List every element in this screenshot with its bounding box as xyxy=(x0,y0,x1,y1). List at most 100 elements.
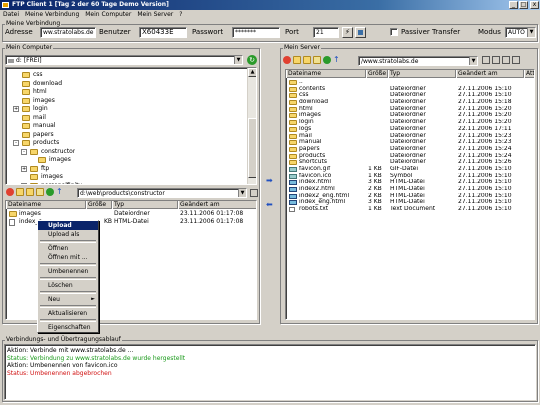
stop-icon[interactable] xyxy=(283,56,291,64)
tree-scrollbar[interactable]: ▲ xyxy=(247,68,256,184)
context-menu-item[interactable]: Aktualisieren xyxy=(38,309,98,318)
chevron-down-icon[interactable]: ▼ xyxy=(527,28,535,37)
col-attribute[interactable]: Attri xyxy=(524,70,534,78)
menu-help[interactable]: ? xyxy=(176,11,185,18)
context-menu-item[interactable]: Löschen xyxy=(38,281,98,290)
table-row[interactable]: mail Dateiordner 27.11.2006 15:23 xyxy=(286,133,534,140)
port-field[interactable]: 21 xyxy=(313,27,339,38)
table-row[interactable]: images Dateiordner 23.11.2006 01:17:08 xyxy=(6,210,256,218)
stop-icon[interactable] xyxy=(6,188,14,196)
refresh-icon[interactable]: ↻ xyxy=(247,55,257,65)
tree-item[interactable]: mail xyxy=(6,114,256,123)
log-output[interactable]: Aktion: Verbinde mit www.stratolabs.de .… xyxy=(4,344,536,400)
tree-item[interactable]: + login xyxy=(6,105,256,114)
context-menu-item[interactable]: Eigenschaften xyxy=(38,323,98,332)
up-arrow-icon[interactable]: ↑ xyxy=(333,56,341,64)
parent-folder-icon[interactable] xyxy=(293,56,301,64)
maximize-button[interactable]: □ xyxy=(519,1,528,9)
refresh-icon[interactable] xyxy=(323,56,331,64)
menu-meine-verbindung[interactable]: Meine Verbindung xyxy=(22,11,82,18)
upload-arrow-icon[interactable]: ➡ xyxy=(266,176,273,185)
sort-icon[interactable] xyxy=(482,56,490,64)
table-row[interactable]: manual Dateiordner 27.11.2006 15:23 xyxy=(286,139,534,146)
col-groesse[interactable]: Größe xyxy=(366,70,388,78)
table-row[interactable]: contents Dateiordner 27.11.2006 15:10 xyxy=(286,86,534,93)
col-geaendert[interactable]: Geändert am xyxy=(178,201,256,209)
menu-mein-server[interactable]: Mein Server xyxy=(134,11,176,18)
tree-item[interactable]: + ftp xyxy=(6,165,256,174)
open-folder-icon[interactable] xyxy=(36,188,44,196)
collapse-icon[interactable]: - xyxy=(13,140,19,146)
table-row[interactable]: index2.html 2 KB HTML-Datei 27.11.2006 15:1… xyxy=(286,186,534,193)
context-menu-item[interactable]: Öffnen mit ... xyxy=(38,253,98,262)
tree-item[interactable]: html xyxy=(6,88,256,97)
tree-item[interactable]: - constructor xyxy=(6,148,256,157)
table-row[interactable]: html Dateiordner 27.11.2006 15:20 xyxy=(286,106,534,113)
tree-item[interactable]: - products xyxy=(6,139,256,148)
col-dateiname[interactable]: Dateiname xyxy=(286,70,366,78)
details-view-icon[interactable] xyxy=(502,56,510,64)
table-row[interactable]: .. xyxy=(286,79,534,86)
tree-item[interactable]: manual xyxy=(6,122,256,131)
tree-item[interactable]: download xyxy=(6,80,256,89)
table-row[interactable]: css Dateiordner 27.11.2006 15:10 xyxy=(286,92,534,99)
new-folder-icon[interactable] xyxy=(303,56,311,64)
context-menu-item[interactable]: Umbenennen xyxy=(38,267,98,276)
address-field[interactable]: ww.stratolabs.de xyxy=(40,27,96,38)
open-folder-icon[interactable] xyxy=(313,56,321,64)
collapse-icon[interactable]: - xyxy=(21,148,27,155)
table-row[interactable]: papers Dateiordner 27.11.2006 15:24 xyxy=(286,146,534,153)
scroll-up-icon[interactable]: ▲ xyxy=(248,68,256,77)
table-row[interactable]: index2_eng.html 2 KB HTML-Datei 27.11.2006 … xyxy=(286,193,534,200)
table-row[interactable]: images Dateiordner 27.11.2006 15:20 xyxy=(286,112,534,119)
local-path-select[interactable]: d:\web\products\constructor ▼ xyxy=(77,188,247,198)
password-field[interactable]: ******* xyxy=(232,27,280,38)
settings-button[interactable] xyxy=(355,27,366,38)
context-menu-item[interactable]: Neu ► xyxy=(38,295,98,304)
col-geaendert[interactable]: Geändert am xyxy=(456,70,524,78)
table-row[interactable]: products Dateiordner 27.11.2006 15:24 xyxy=(286,153,534,160)
context-menu-item[interactable]: Upload als xyxy=(38,230,98,239)
new-folder-icon[interactable] xyxy=(26,188,34,196)
table-row[interactable]: index_eng.html 3 KB HTML-Datei 27.11.2006 1… xyxy=(286,199,534,206)
table-row[interactable]: logs Dateiordner 22.11.2006 17:11 xyxy=(286,126,534,133)
menu-datei[interactable]: Datei xyxy=(0,11,22,18)
table-row[interactable]: shortcuts Dateiordner 27.11.2006 15:26 xyxy=(286,159,534,166)
chevron-down-icon[interactable]: ▼ xyxy=(234,56,242,64)
menu-mein-computer[interactable]: Mein Computer xyxy=(82,11,134,18)
tree-item[interactable]: images xyxy=(6,173,256,182)
tree-item[interactable]: + personalfinity xyxy=(6,182,256,184)
col-groesse[interactable]: Größe xyxy=(86,201,112,209)
expand-icon[interactable]: + xyxy=(13,106,19,112)
tree-item[interactable]: images xyxy=(6,97,256,106)
expand-icon[interactable]: + xyxy=(21,182,27,184)
tree-item[interactable]: images xyxy=(6,156,256,165)
remote-path-select[interactable]: /www.stratolabs.de ▼ xyxy=(358,56,478,66)
refresh-icon[interactable] xyxy=(46,188,54,196)
table-row[interactable]: login Dateiordner 27.11.2006 15:20 xyxy=(286,119,534,126)
parent-folder-icon[interactable] xyxy=(16,188,24,196)
col-typ[interactable]: Typ xyxy=(388,70,456,78)
context-menu-item[interactable]: Upload xyxy=(38,221,98,230)
col-typ[interactable]: Typ xyxy=(112,201,178,209)
table-row[interactable]: favicon.ico 1 KB Symbol 27.11.2006 15:10 xyxy=(286,173,534,180)
drive-select[interactable]: d: [FREI] ▼ xyxy=(5,55,243,65)
passive-transfer-checkbox[interactable] xyxy=(390,28,398,36)
col-dateiname[interactable]: Dateiname xyxy=(6,201,86,209)
up-arrow-icon[interactable]: ↑ xyxy=(56,188,64,196)
table-row[interactable]: index.html 3 KB HTML-Datei 27.11.2006 15:10 xyxy=(286,179,534,186)
user-field[interactable]: X60433E xyxy=(139,27,187,38)
table-row[interactable]: download Dateiordner 27.11.2006 15:18 xyxy=(286,99,534,106)
minimize-button[interactable]: _ xyxy=(509,1,518,9)
connect-button[interactable]: ⚡ xyxy=(342,27,353,38)
context-menu-item[interactable]: Öffnen xyxy=(38,244,98,253)
tree-item[interactable]: css xyxy=(6,71,256,80)
table-row[interactable]: robots.txt 1 KB Text Document 27.11.2006 15… xyxy=(286,206,534,213)
table-row[interactable]: favicon.gif 1 KB GIF-Datei 27.11.2006 15:10 xyxy=(286,166,534,173)
close-button[interactable]: x xyxy=(530,1,539,9)
tree-item[interactable]: papers xyxy=(6,131,256,140)
chevron-down-icon[interactable]: ▼ xyxy=(469,57,477,65)
chevron-down-icon[interactable]: ▼ xyxy=(238,189,246,197)
scroll-thumb[interactable] xyxy=(248,118,256,178)
local-folder-tree[interactable]: css download html images + login mail manual pap… xyxy=(5,67,257,185)
